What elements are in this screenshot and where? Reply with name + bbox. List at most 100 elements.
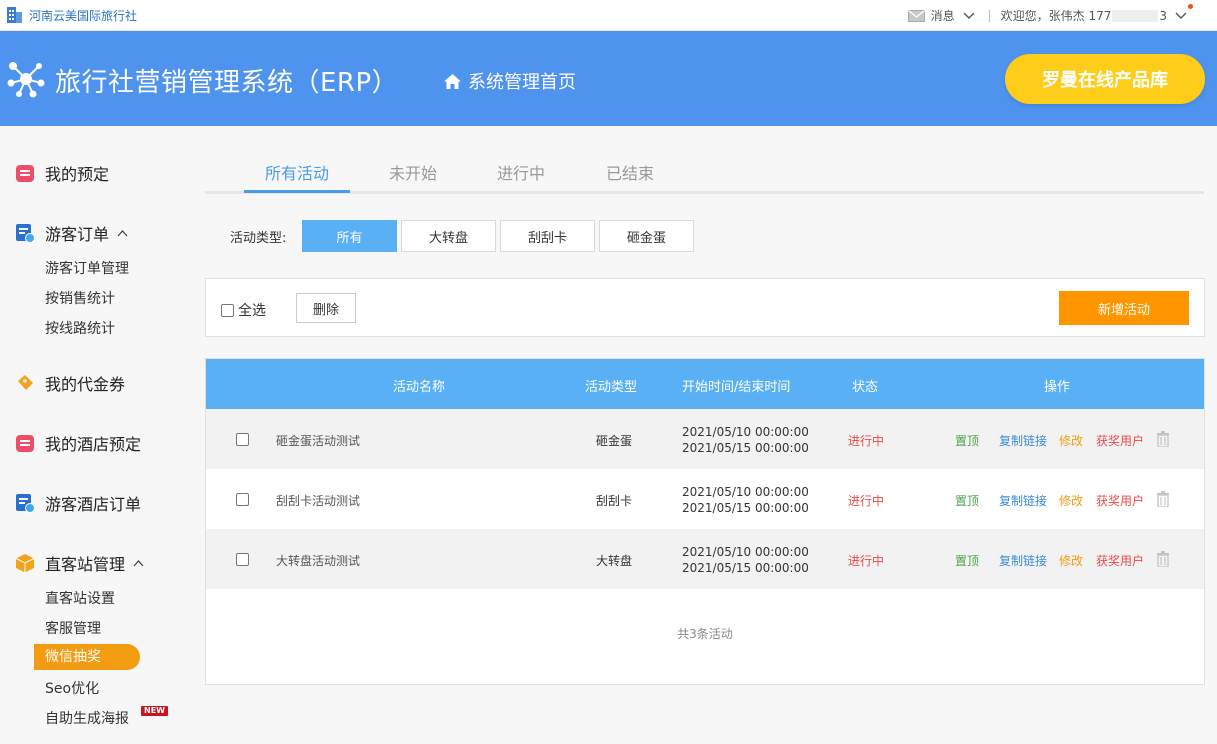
activity-time: 2021/05/10 00:00:00 2021/05/15 00:00:00 bbox=[682, 484, 809, 516]
edit-link[interactable]: 修改 bbox=[1059, 492, 1083, 509]
filter-scratch-button[interactable]: 刮刮卡 bbox=[500, 220, 595, 252]
sidebar-subitem-order-management[interactable]: 游客订单管理 bbox=[45, 258, 129, 278]
company-link[interactable]: 河南云美国际旅行社 bbox=[6, 6, 137, 24]
product-library-button[interactable]: 罗曼在线产品库 bbox=[1005, 54, 1205, 104]
sidebar-item-hotel-orders[interactable]: 游客酒店订单 bbox=[15, 491, 141, 515]
pin-top-link[interactable]: 置顶 bbox=[955, 492, 979, 509]
select-all-label: 全选 bbox=[238, 303, 266, 319]
sidebar-subitem-wechat-lottery[interactable]: 微信抽奖 bbox=[34, 644, 140, 670]
sidebar-item-hotel-booking[interactable]: 我的酒店预定 bbox=[15, 431, 141, 455]
phone-tail: 3 bbox=[1159, 8, 1167, 23]
order-icon bbox=[16, 494, 35, 513]
status-badge: 进行中 bbox=[848, 554, 885, 568]
chevron-up-icon bbox=[133, 559, 144, 566]
row-checkbox[interactable] bbox=[236, 433, 249, 446]
activity-table: 活动名称 活动类型 开始时间/结束时间 状态 操作 砸金蛋活动测试 砸金蛋 20… bbox=[205, 358, 1205, 685]
sidebar-item-tourist-orders[interactable]: 游客订单 bbox=[15, 221, 128, 245]
order-icon bbox=[16, 224, 35, 243]
top-bar: 河南云美国际旅行社 消息 欢迎您，张伟杰 177 3 bbox=[0, 0, 1217, 31]
filter-wheel-button[interactable]: 大转盘 bbox=[401, 220, 496, 252]
trash-icon[interactable] bbox=[1156, 431, 1170, 447]
copy-link-link[interactable]: 复制链接 bbox=[999, 492, 1047, 509]
edit-link[interactable]: 修改 bbox=[1059, 432, 1083, 449]
total-count: 共3条活动 bbox=[677, 627, 733, 641]
sidebar-label: 游客酒店订单 bbox=[45, 495, 142, 514]
home-link[interactable]: 系统管理首页 bbox=[444, 68, 576, 94]
col-time: 开始时间/结束时间 bbox=[682, 380, 791, 395]
sidebar-subitem-seo[interactable]: Seo优化 bbox=[45, 678, 99, 698]
activity-type-label: 活动类型: bbox=[230, 231, 287, 246]
activity-time: 2021/05/10 00:00:00 2021/05/15 00:00:00 bbox=[682, 544, 809, 576]
pin-top-link[interactable]: 置顶 bbox=[955, 432, 979, 449]
sidebar-label: 我的预定 bbox=[45, 165, 110, 184]
winners-link[interactable]: 获奖用户 bbox=[1096, 552, 1144, 569]
filter-egg-button[interactable]: 砸金蛋 bbox=[599, 220, 694, 252]
sidebar-item-my-coupons[interactable]: 我的代金券 bbox=[15, 371, 125, 395]
edit-link[interactable]: 修改 bbox=[1059, 552, 1083, 569]
tab-all[interactable]: 所有活动 bbox=[265, 160, 329, 184]
select-all-checkbox[interactable] bbox=[221, 303, 234, 317]
calendar-icon bbox=[16, 165, 34, 182]
pin-top-link[interactable]: 置顶 bbox=[955, 552, 979, 569]
masked-phone bbox=[1112, 9, 1159, 22]
table-row: 砸金蛋活动测试 砸金蛋 2021/05/10 00:00:00 2021/05/… bbox=[206, 409, 1204, 469]
select-all[interactable]: 全选 bbox=[221, 300, 266, 320]
calendar-icon bbox=[16, 435, 34, 452]
home-link-label: 系统管理首页 bbox=[468, 72, 576, 93]
table-row: 大转盘活动测试 大转盘 2021/05/10 00:00:00 2021/05/… bbox=[206, 529, 1204, 589]
row-checkbox[interactable] bbox=[236, 553, 249, 566]
end-time: 2021/05/15 00:00:00 bbox=[682, 441, 809, 455]
activity-name: 砸金蛋活动测试 bbox=[276, 434, 361, 448]
sidebar-item-direct-site[interactable]: 直客站管理 bbox=[15, 551, 144, 575]
sidebar-item-my-booking[interactable]: 我的预定 bbox=[15, 161, 109, 185]
activity-tabs: 所有活动 未开始 进行中 已结束 bbox=[205, 150, 1204, 194]
notification-dot bbox=[1188, 4, 1193, 9]
app-header: 旅行社营销管理系统（ERP） 系统管理首页 罗曼在线产品库 bbox=[0, 31, 1217, 126]
delete-button[interactable]: 删除 bbox=[296, 293, 356, 323]
sidebar-subitem-sales-stats[interactable]: 按销售统计 bbox=[45, 288, 115, 308]
start-time: 2021/05/10 00:00:00 bbox=[682, 485, 809, 499]
chevron-down-icon bbox=[1175, 12, 1187, 19]
row-checkbox[interactable] bbox=[236, 493, 249, 506]
messages-label: 消息 bbox=[930, 9, 955, 23]
end-time: 2021/05/15 00:00:00 bbox=[682, 501, 809, 515]
activity-name: 大转盘活动测试 bbox=[276, 554, 361, 568]
home-icon bbox=[444, 73, 461, 89]
sidebar-label: 我的酒店预定 bbox=[45, 435, 142, 454]
user-menu[interactable]: 欢迎您，张伟杰 177 3 bbox=[1001, 4, 1193, 24]
sidebar-subitem-route-stats[interactable]: 按线路统计 bbox=[45, 318, 115, 338]
trash-icon[interactable] bbox=[1156, 551, 1170, 567]
sidebar-label: 直客站管理 bbox=[45, 555, 126, 574]
divider bbox=[988, 9, 990, 22]
tab-not-started[interactable]: 未开始 bbox=[389, 160, 437, 184]
chevron-up-icon bbox=[117, 229, 128, 236]
table-header: 活动名称 活动类型 开始时间/结束时间 状态 操作 bbox=[206, 359, 1204, 409]
activity-time: 2021/05/10 00:00:00 2021/05/15 00:00:00 bbox=[682, 424, 809, 456]
winners-link[interactable]: 获奖用户 bbox=[1096, 492, 1144, 509]
table-row: 刮刮卡活动测试 刮刮卡 2021/05/10 00:00:00 2021/05/… bbox=[206, 469, 1204, 529]
winners-link[interactable]: 获奖用户 bbox=[1096, 432, 1144, 449]
status-badge: 进行中 bbox=[848, 494, 885, 508]
sidebar-subitem-customer-service[interactable]: 客服管理 bbox=[45, 618, 101, 638]
filter-all-button[interactable]: 所有 bbox=[302, 220, 397, 252]
copy-link-link[interactable]: 复制链接 bbox=[999, 552, 1047, 569]
sidebar: 我的预定 游客订单 游客订单管理 按销售统计 按线路统计 我的代金券 我的酒店预… bbox=[0, 126, 180, 744]
coupon-icon bbox=[18, 375, 33, 390]
new-badge: NEW bbox=[141, 706, 168, 716]
trash-icon[interactable] bbox=[1156, 491, 1170, 507]
tab-in-progress[interactable]: 进行中 bbox=[497, 160, 545, 184]
copy-link-link[interactable]: 复制链接 bbox=[999, 432, 1047, 449]
network-logo-icon bbox=[7, 62, 45, 98]
col-status: 状态 bbox=[852, 380, 879, 395]
messages-menu[interactable]: 消息 bbox=[907, 7, 975, 24]
sidebar-subitem-site-settings[interactable]: 直客站设置 bbox=[45, 588, 115, 608]
add-activity-button[interactable]: 新增活动 bbox=[1059, 291, 1189, 325]
tab-ended[interactable]: 已结束 bbox=[606, 160, 654, 184]
start-time: 2021/05/10 00:00:00 bbox=[682, 545, 809, 559]
sidebar-subitem-poster[interactable]: 自助生成海报 bbox=[45, 708, 129, 728]
company-name: 河南云美国际旅行社 bbox=[29, 8, 138, 23]
col-actions: 操作 bbox=[1044, 380, 1071, 395]
col-name: 活动名称 bbox=[393, 380, 446, 395]
activity-name: 刮刮卡活动测试 bbox=[276, 494, 361, 508]
sidebar-label: 游客订单 bbox=[45, 225, 110, 244]
